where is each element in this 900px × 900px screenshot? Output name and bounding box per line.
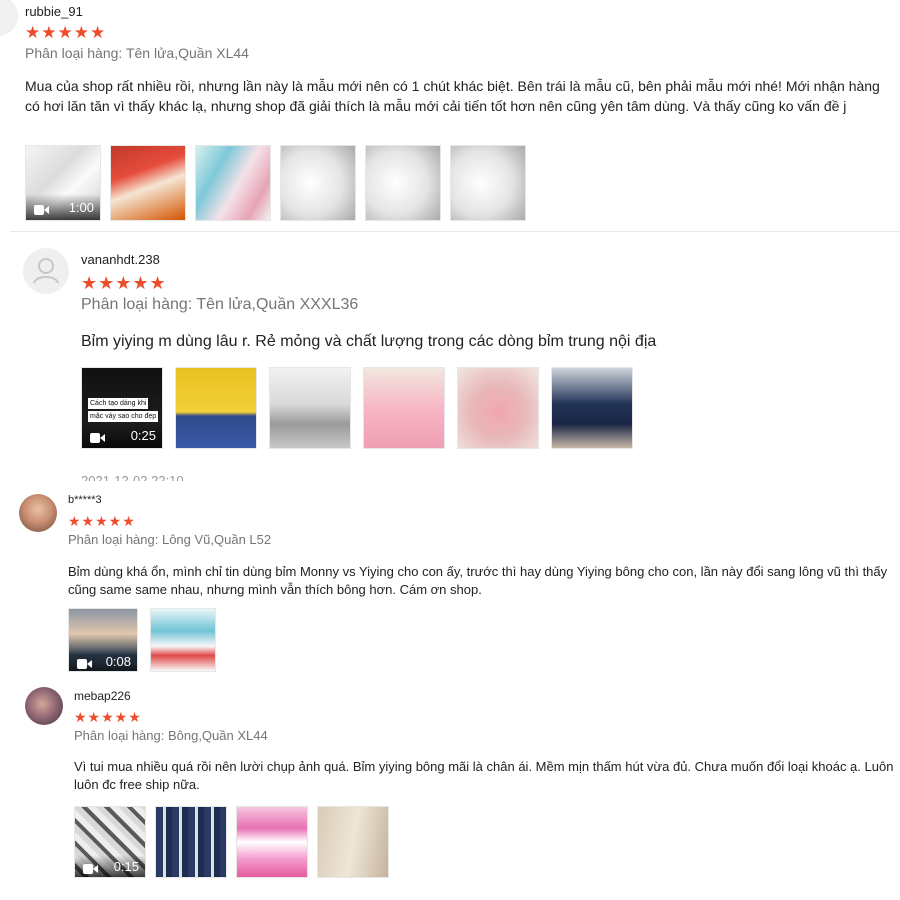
review-username[interactable]: b*****3 <box>68 494 102 506</box>
review-item: vananhdt.238 ★★★★★ Phân loại hàng: Tên l… <box>0 240 900 485</box>
video-camera-icon <box>34 205 49 215</box>
review-username[interactable]: rubbie_91 <box>25 4 83 19</box>
variant-label: Phân loại hàng: Bông,Quần XL44 <box>74 728 268 743</box>
video-duration: 0:25 <box>130 428 156 443</box>
media-gallery: 0:08 <box>68 608 225 672</box>
rating-stars: ★★★★★ <box>68 513 136 529</box>
media-gallery: 1:00 <box>25 145 535 221</box>
media-gallery: Cách tạo dáng khi mặc váy sao cho đẹp 0:… <box>81 367 645 449</box>
video-caption: Cách tạo dáng khi <box>88 398 149 409</box>
avatar[interactable] <box>23 248 69 294</box>
review-username[interactable]: vananhdt.238 <box>81 252 160 267</box>
image-thumbnail[interactable] <box>317 806 389 878</box>
image-thumbnail[interactable] <box>236 806 308 878</box>
image-thumbnail[interactable] <box>450 145 526 221</box>
review-item: rubbie_91 ★★★★★ Phân loại hàng: Tên lửa,… <box>0 0 900 230</box>
media-gallery: 0:15 <box>74 806 398 878</box>
review-comment: Bỉm yiying m dùng lâu r. Rẻ mỏng và chất… <box>81 333 657 350</box>
video-thumbnail[interactable]: 0:08 <box>68 608 138 672</box>
image-thumbnail[interactable] <box>110 145 186 221</box>
image-thumbnail[interactable] <box>363 367 445 449</box>
video-thumbnail[interactable]: 1:00 <box>25 145 101 221</box>
video-camera-icon <box>90 433 105 443</box>
video-duration: 1:00 <box>68 200 94 215</box>
review-divider <box>10 231 900 232</box>
variant-label: Phân loại hàng: Lông Vũ,Quần L52 <box>68 532 272 547</box>
variant-label: Phân loại hàng: Tên lửa,Quần XXXL36 <box>81 296 359 313</box>
image-thumbnail[interactable] <box>280 145 356 221</box>
video-thumbnail[interactable]: Cách tạo dáng khi mặc váy sao cho đẹp 0:… <box>81 367 163 449</box>
avatar[interactable] <box>25 687 63 725</box>
image-thumbnail[interactable] <box>365 145 441 221</box>
avatar[interactable] <box>0 0 18 36</box>
image-thumbnail[interactable] <box>457 367 539 449</box>
rating-stars: ★★★★★ <box>25 23 107 42</box>
video-caption: mặc váy sao cho đẹp <box>88 411 159 422</box>
image-thumbnail[interactable] <box>195 145 271 221</box>
default-user-icon <box>24 249 68 293</box>
rating-stars: ★★★★★ <box>74 709 142 725</box>
video-camera-icon <box>77 659 92 669</box>
image-thumbnail[interactable] <box>175 367 257 449</box>
image-thumbnail[interactable] <box>150 608 216 672</box>
rating-stars: ★★★★★ <box>81 273 167 293</box>
image-thumbnail[interactable] <box>269 367 351 449</box>
review-comment: Vì tui mua nhiều quá rồi nên lười chụp ả… <box>74 759 894 792</box>
review-username[interactable]: mebap226 <box>74 689 131 703</box>
image-thumbnail[interactable] <box>551 367 633 449</box>
video-duration: 0:08 <box>105 654 131 669</box>
video-thumbnail[interactable]: 0:15 <box>74 806 146 878</box>
review-timestamp: 2021-12-02 22:10 <box>81 474 184 481</box>
review-comment: Bỉm dùng khá ổn, mình chỉ tin dùng bỉm M… <box>68 564 888 597</box>
review-item: mebap226 ★★★★★ Phân loại hàng: Bông,Quần… <box>0 680 900 890</box>
video-camera-icon <box>83 864 98 874</box>
image-thumbnail[interactable] <box>155 806 227 878</box>
variant-label: Phân loại hàng: Tên lửa,Quần XL44 <box>25 45 249 61</box>
review-item: b*****3 ★★★★★ Phân loại hàng: Lông Vũ,Qu… <box>0 487 900 677</box>
avatar[interactable] <box>19 494 57 532</box>
video-duration: 0:15 <box>113 859 139 874</box>
review-comment: Mua của shop rất nhiều rồi, nhưng lần nà… <box>25 78 880 114</box>
